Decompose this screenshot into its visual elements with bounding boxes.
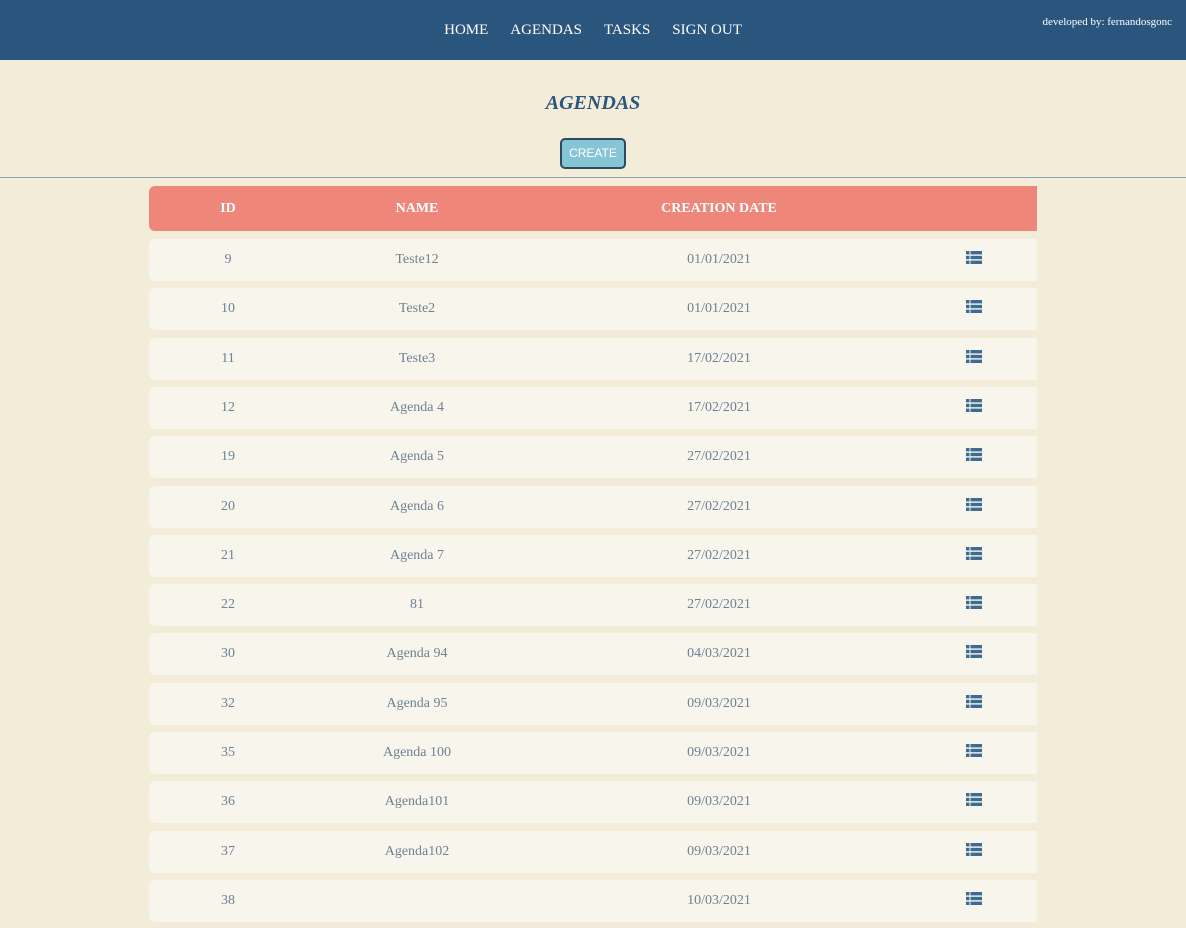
cell-id: 30 <box>221 646 235 661</box>
divider <box>0 177 1186 178</box>
list-icon[interactable] <box>966 498 982 516</box>
page-title: AGENDAS <box>545 92 641 114</box>
cell-actions <box>911 831 1037 873</box>
list-icon[interactable] <box>966 350 982 368</box>
header-actions <box>911 186 1037 231</box>
list-icon[interactable] <box>966 596 982 614</box>
list-icon[interactable] <box>966 547 982 565</box>
cell-name: Agenda 5 <box>389 449 445 464</box>
cell-id: 32 <box>221 696 235 711</box>
cell-id: 35 <box>221 745 235 760</box>
cell-id: 9 <box>224 252 232 267</box>
cell-actions <box>911 239 1037 281</box>
table-row: 32 Agenda 95 09/03/2021 <box>149 683 1037 725</box>
top-nav-bar: HOME AGENDAS TASKS SIGN OUT developed by: f… <box>0 0 1186 60</box>
cell-name: Teste3 <box>398 351 436 366</box>
list-icon[interactable] <box>966 892 982 910</box>
list-icon[interactable] <box>966 399 982 417</box>
table-header: ID NAME CREATION DATE <box>149 186 1037 231</box>
cell-name: Agenda 7 <box>389 548 445 563</box>
cell-creation-date: 17/02/2021 <box>687 351 751 366</box>
table-row: 22 81 27/02/2021 <box>149 584 1037 626</box>
table-row: 11 Teste3 17/02/2021 <box>149 338 1037 380</box>
list-icon[interactable] <box>966 793 982 811</box>
cell-creation-date: 09/03/2021 <box>687 745 751 760</box>
cell-actions <box>911 880 1037 922</box>
cell-name: Agenda 94 <box>386 646 448 661</box>
cell-name: Agenda 4 <box>389 400 445 415</box>
cell-id: 12 <box>221 400 235 415</box>
cell-creation-date: 10/03/2021 <box>687 893 751 908</box>
cell-creation-date: 17/02/2021 <box>687 400 751 415</box>
cell-id: 11 <box>221 351 235 366</box>
cell-actions <box>911 781 1037 823</box>
cell-id: 37 <box>221 844 235 859</box>
developer-credit: developed by: fernandosgonc <box>1042 16 1172 28</box>
table-row: 37 Agenda102 09/03/2021 <box>149 831 1037 873</box>
list-icon[interactable] <box>966 251 982 269</box>
header-id: ID <box>220 200 236 216</box>
cell-creation-date: 27/02/2021 <box>687 499 751 514</box>
cell-creation-date: 09/03/2021 <box>687 696 751 711</box>
table-row: 9 Teste12 01/01/2021 <box>149 239 1037 281</box>
table-row: 20 Agenda 6 27/02/2021 <box>149 486 1037 528</box>
cell-id: 20 <box>221 499 235 514</box>
cell-id: 36 <box>221 794 235 809</box>
cell-actions <box>911 633 1037 675</box>
header-creation-date: CREATION DATE <box>661 200 777 216</box>
cell-name: Agenda 100 <box>382 745 452 760</box>
cell-actions <box>911 436 1037 478</box>
cell-actions <box>911 535 1037 577</box>
cell-creation-date: 27/02/2021 <box>687 597 751 612</box>
main-nav: HOME AGENDAS TASKS SIGN OUT <box>0 20 1186 40</box>
table-row: 19 Agenda 5 27/02/2021 <box>149 436 1037 478</box>
list-icon[interactable] <box>966 843 982 861</box>
nav-sign-out-link[interactable]: SIGN OUT <box>672 22 742 38</box>
list-icon[interactable] <box>966 300 982 318</box>
nav-tasks-link[interactable]: TASKS <box>604 22 650 38</box>
create-button[interactable]: CREATE <box>560 138 626 169</box>
table-row: 21 Agenda 7 27/02/2021 <box>149 535 1037 577</box>
cell-id: 22 <box>221 597 235 612</box>
nav-agendas-link[interactable]: AGENDAS <box>510 22 582 38</box>
header-name: NAME <box>395 200 439 216</box>
cell-actions <box>911 683 1037 725</box>
cell-actions <box>911 486 1037 528</box>
table-row: 38 10/03/2021 <box>149 880 1037 922</box>
cell-id: 19 <box>221 449 235 464</box>
cell-name: Teste2 <box>398 301 436 316</box>
cell-creation-date: 04/03/2021 <box>687 646 751 661</box>
cell-actions <box>911 584 1037 626</box>
cell-id: 38 <box>221 893 235 908</box>
table-row: 30 Agenda 94 04/03/2021 <box>149 633 1037 675</box>
cell-actions <box>911 387 1037 429</box>
cell-creation-date: 01/01/2021 <box>687 252 751 267</box>
cell-name: 81 <box>410 597 424 612</box>
table-row: 12 Agenda 4 17/02/2021 <box>149 387 1037 429</box>
cell-actions <box>911 338 1037 380</box>
cell-id: 21 <box>221 548 235 563</box>
cell-name: Agenda102 <box>384 844 450 859</box>
list-icon[interactable] <box>966 448 982 466</box>
cell-actions <box>911 288 1037 330</box>
cell-creation-date: 27/02/2021 <box>687 449 751 464</box>
table-row: 36 Agenda101 09/03/2021 <box>149 781 1037 823</box>
cell-name: Agenda 6 <box>389 499 445 514</box>
table-row: 10 Teste2 01/01/2021 <box>149 288 1037 330</box>
cell-name: Agenda 95 <box>386 696 448 711</box>
list-icon[interactable] <box>966 645 982 663</box>
cell-name <box>307 880 527 922</box>
cell-actions <box>911 732 1037 774</box>
table-row: 35 Agenda 100 09/03/2021 <box>149 732 1037 774</box>
cell-name: Teste12 <box>395 252 439 267</box>
list-icon[interactable] <box>966 744 982 762</box>
list-icon[interactable] <box>966 695 982 713</box>
cell-creation-date: 27/02/2021 <box>687 548 751 563</box>
cell-creation-date: 09/03/2021 <box>687 794 751 809</box>
cell-creation-date: 01/01/2021 <box>687 301 751 316</box>
cell-id: 10 <box>221 301 235 316</box>
nav-home-link[interactable]: HOME <box>444 22 488 38</box>
cell-creation-date: 09/03/2021 <box>687 844 751 859</box>
cell-name: Agenda101 <box>384 794 450 809</box>
